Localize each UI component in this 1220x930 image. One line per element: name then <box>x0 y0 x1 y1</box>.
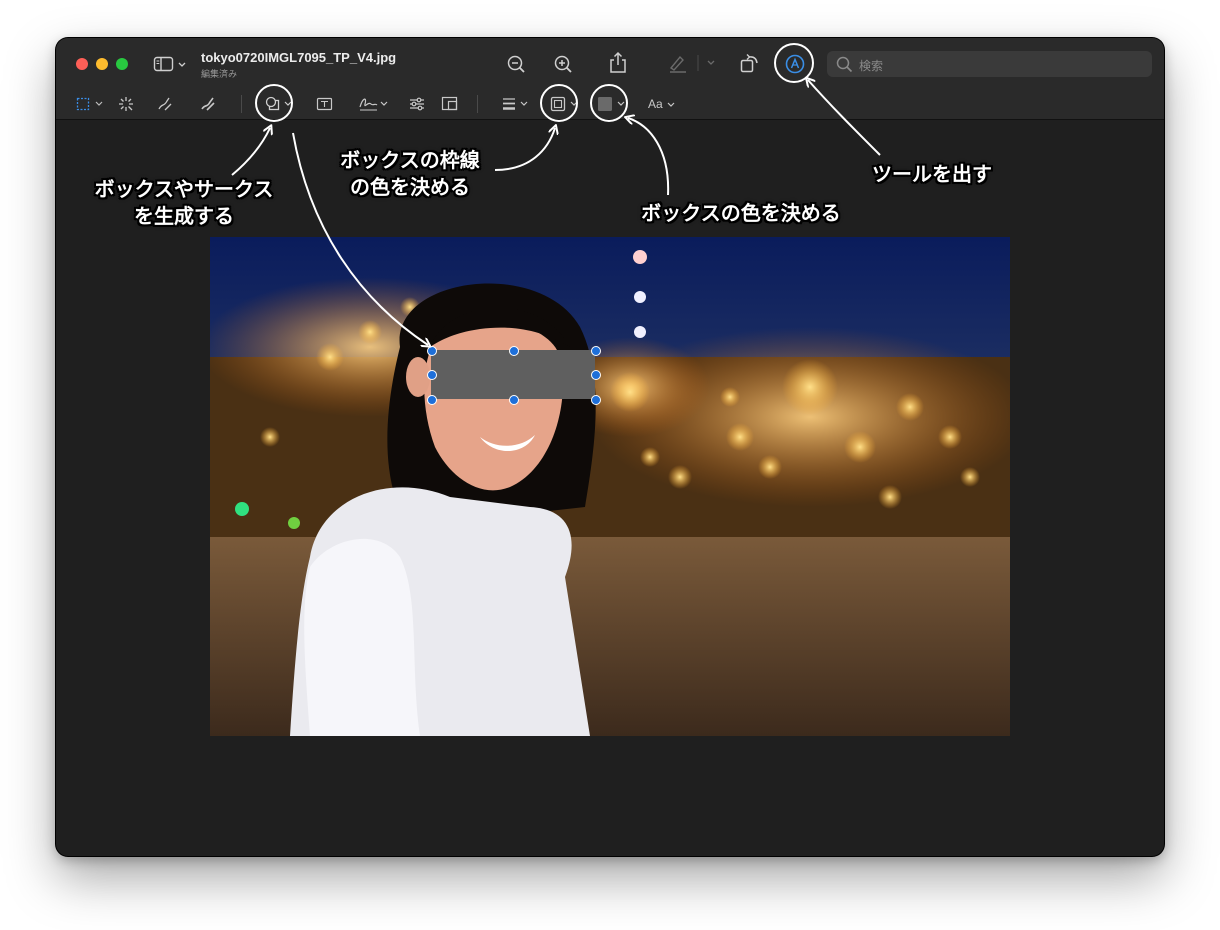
border-arrow <box>494 128 555 171</box>
fill-annotation: ボックスの色を決める <box>641 201 841 225</box>
tools-annotation: ツールを出す <box>872 162 992 186</box>
annotation-arrows <box>231 43 881 930</box>
shapes-annotation: ボックスやサークス を生成する <box>94 177 274 228</box>
tools-arrow <box>808 80 881 156</box>
fill-arrow <box>628 118 670 196</box>
fill-highlight-circle <box>590 84 628 122</box>
shapes-arrow <box>231 128 270 176</box>
shapes-highlight-circle <box>255 84 293 122</box>
tools-highlight-circle <box>774 43 814 83</box>
border-annotation: ボックスの枠線 の色を決める <box>340 148 480 199</box>
border-highlight-circle <box>540 84 578 122</box>
